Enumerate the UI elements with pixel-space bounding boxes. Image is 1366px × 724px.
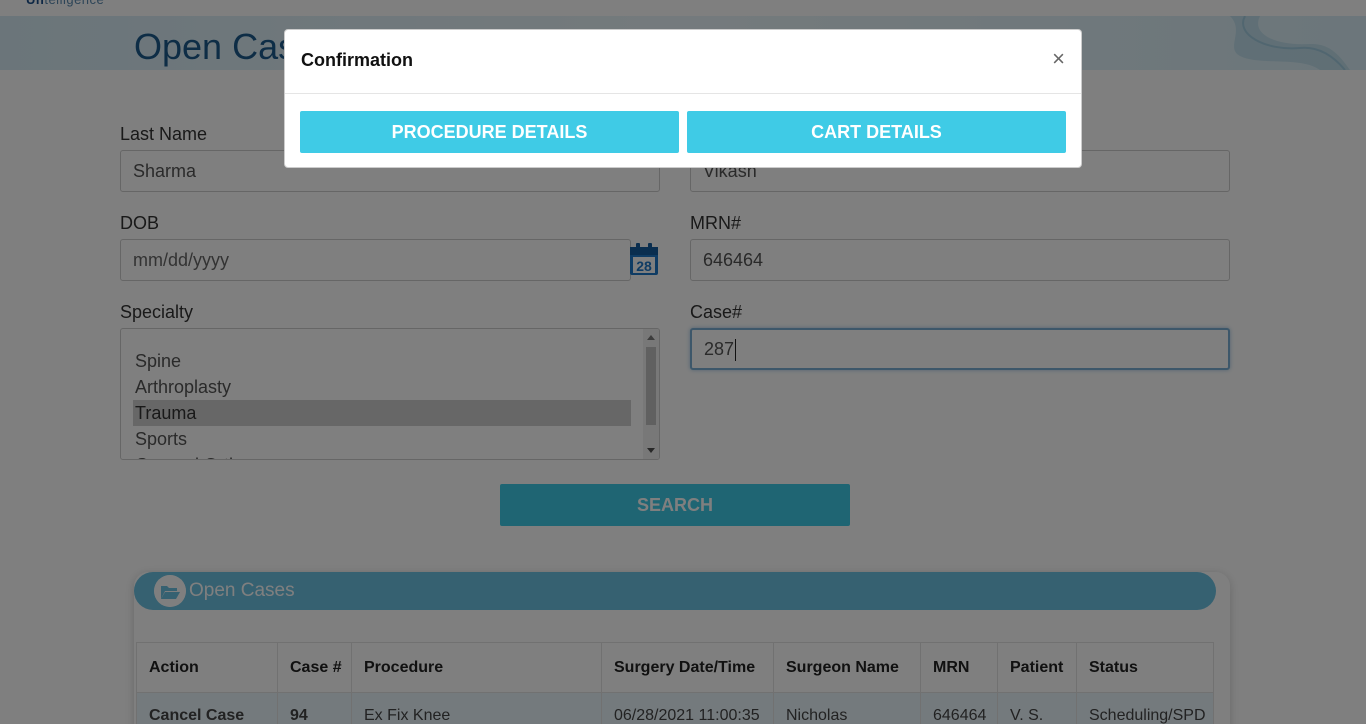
confirmation-modal: Confirmation × PROCEDURE DETAILS CART DE… bbox=[284, 29, 1082, 168]
cart-details-button[interactable]: CART DETAILS bbox=[687, 111, 1066, 153]
modal-divider bbox=[285, 93, 1081, 94]
close-icon[interactable]: × bbox=[1052, 48, 1065, 70]
modal-title: Confirmation bbox=[301, 50, 413, 70]
procedure-details-button[interactable]: PROCEDURE DETAILS bbox=[300, 111, 679, 153]
